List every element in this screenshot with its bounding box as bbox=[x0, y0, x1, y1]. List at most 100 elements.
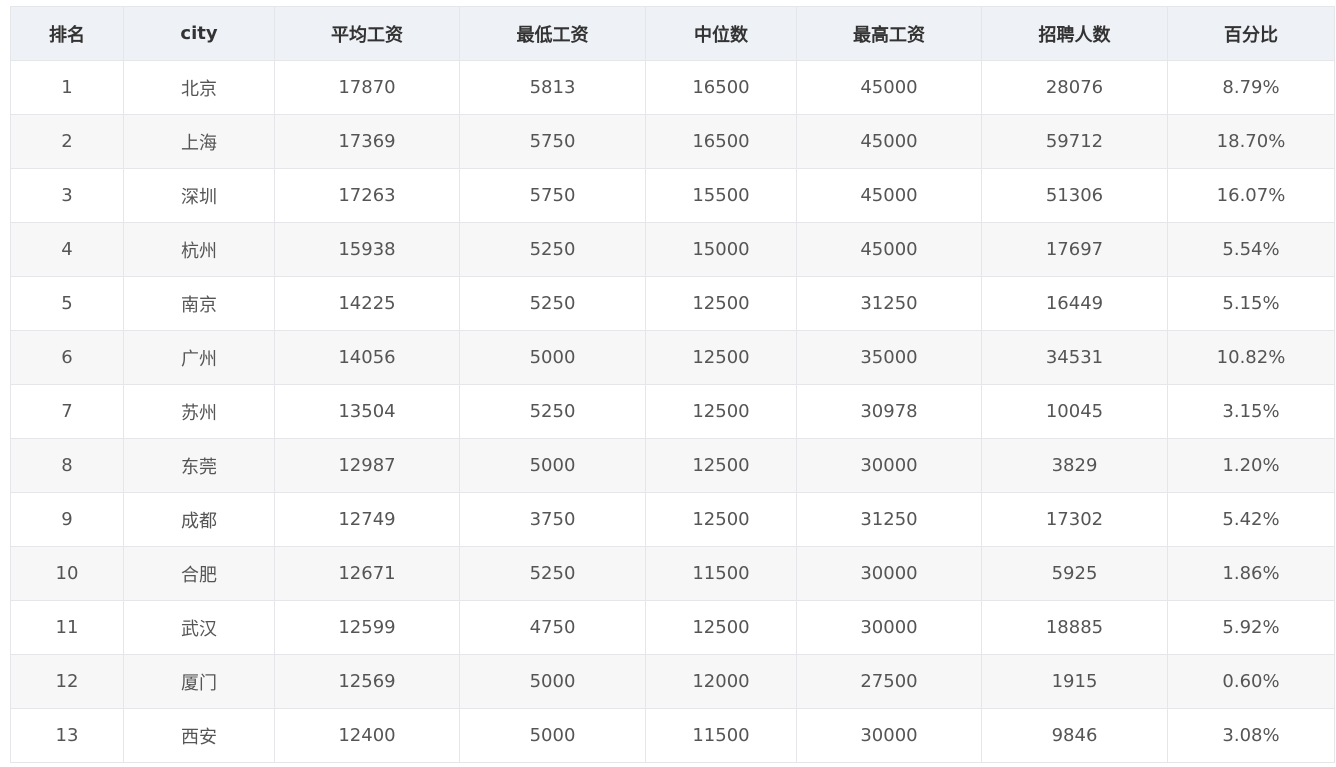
cell-hires: 51306 bbox=[981, 168, 1168, 223]
cell-median: 15500 bbox=[645, 168, 797, 223]
cell-hires: 10045 bbox=[981, 384, 1168, 439]
cell-city: 广州 bbox=[123, 330, 275, 385]
cell-hires: 34531 bbox=[981, 330, 1168, 385]
cell-avg-salary: 12749 bbox=[274, 492, 460, 547]
cell-median: 12500 bbox=[645, 330, 797, 385]
cell-max-salary: 45000 bbox=[796, 222, 982, 277]
cell-max-salary: 45000 bbox=[796, 114, 982, 169]
cell-percent: 5.54% bbox=[1167, 222, 1335, 277]
cell-rank: 8 bbox=[10, 438, 124, 493]
cell-percent: 1.86% bbox=[1167, 546, 1335, 601]
cell-hires: 5925 bbox=[981, 546, 1168, 601]
cell-max-salary: 35000 bbox=[796, 330, 982, 385]
cell-city: 南京 bbox=[123, 276, 275, 331]
cell-median: 12500 bbox=[645, 438, 797, 493]
cell-max-salary: 45000 bbox=[796, 60, 982, 115]
cell-min-salary: 5250 bbox=[459, 546, 646, 601]
cell-rank: 5 bbox=[10, 276, 124, 331]
cell-avg-salary: 15938 bbox=[274, 222, 460, 277]
table-row[interactable]: 8 东莞 12987 5000 12500 30000 3829 1.20% bbox=[10, 438, 1335, 493]
cell-avg-salary: 17263 bbox=[274, 168, 460, 223]
salary-table: 排名 city 平均工资 最低工资 中位数 最高工资 招聘人数 百分比 1 北京 1… bbox=[10, 6, 1335, 763]
cell-percent: 1.20% bbox=[1167, 438, 1335, 493]
cell-avg-salary: 17870 bbox=[274, 60, 460, 115]
cell-city: 杭州 bbox=[123, 222, 275, 277]
cell-min-salary: 5250 bbox=[459, 222, 646, 277]
table-row[interactable]: 9 成都 12749 3750 12500 31250 17302 5.42% bbox=[10, 492, 1335, 547]
cell-rank: 12 bbox=[10, 654, 124, 709]
table-row[interactable]: 12 厦门 12569 5000 12000 27500 1915 0.60% bbox=[10, 654, 1335, 709]
cell-city: 合肥 bbox=[123, 546, 275, 601]
cell-rank: 7 bbox=[10, 384, 124, 439]
table-row[interactable]: 5 南京 14225 5250 12500 31250 16449 5.15% bbox=[10, 276, 1335, 331]
cell-rank: 11 bbox=[10, 600, 124, 655]
cell-percent: 3.15% bbox=[1167, 384, 1335, 439]
header-min-salary[interactable]: 最低工资 bbox=[459, 6, 646, 61]
cell-min-salary: 5000 bbox=[459, 438, 646, 493]
cell-rank: 9 bbox=[10, 492, 124, 547]
cell-min-salary: 5750 bbox=[459, 114, 646, 169]
cell-city: 武汉 bbox=[123, 600, 275, 655]
cell-rank: 4 bbox=[10, 222, 124, 277]
cell-hires: 9846 bbox=[981, 708, 1168, 763]
header-percent[interactable]: 百分比 bbox=[1167, 6, 1335, 61]
cell-percent: 0.60% bbox=[1167, 654, 1335, 709]
table-row[interactable]: 3 深圳 17263 5750 15500 45000 51306 16.07% bbox=[10, 168, 1335, 223]
cell-city: 上海 bbox=[123, 114, 275, 169]
cell-max-salary: 30000 bbox=[796, 546, 982, 601]
cell-max-salary: 31250 bbox=[796, 492, 982, 547]
cell-max-salary: 30000 bbox=[796, 600, 982, 655]
cell-avg-salary: 12599 bbox=[274, 600, 460, 655]
table-row[interactable]: 4 杭州 15938 5250 15000 45000 17697 5.54% bbox=[10, 222, 1335, 277]
cell-avg-salary: 12671 bbox=[274, 546, 460, 601]
cell-median: 12500 bbox=[645, 600, 797, 655]
cell-rank: 6 bbox=[10, 330, 124, 385]
header-max-salary[interactable]: 最高工资 bbox=[796, 6, 982, 61]
cell-median: 11500 bbox=[645, 546, 797, 601]
cell-min-salary: 5250 bbox=[459, 384, 646, 439]
cell-avg-salary: 12400 bbox=[274, 708, 460, 763]
table-row[interactable]: 10 合肥 12671 5250 11500 30000 5925 1.86% bbox=[10, 546, 1335, 601]
table-row[interactable]: 6 广州 14056 5000 12500 35000 34531 10.82% bbox=[10, 330, 1335, 385]
table-row[interactable]: 1 北京 17870 5813 16500 45000 28076 8.79% bbox=[10, 60, 1335, 115]
cell-avg-salary: 12987 bbox=[274, 438, 460, 493]
header-hires[interactable]: 招聘人数 bbox=[981, 6, 1168, 61]
table-row[interactable]: 7 苏州 13504 5250 12500 30978 10045 3.15% bbox=[10, 384, 1335, 439]
cell-hires: 17302 bbox=[981, 492, 1168, 547]
cell-min-salary: 3750 bbox=[459, 492, 646, 547]
cell-rank: 3 bbox=[10, 168, 124, 223]
cell-min-salary: 5250 bbox=[459, 276, 646, 331]
cell-percent: 16.07% bbox=[1167, 168, 1335, 223]
cell-rank: 13 bbox=[10, 708, 124, 763]
cell-median: 12500 bbox=[645, 384, 797, 439]
cell-min-salary: 5000 bbox=[459, 654, 646, 709]
cell-rank: 2 bbox=[10, 114, 124, 169]
cell-max-salary: 31250 bbox=[796, 276, 982, 331]
cell-max-salary: 30978 bbox=[796, 384, 982, 439]
cell-max-salary: 45000 bbox=[796, 168, 982, 223]
table-row[interactable]: 13 西安 12400 5000 11500 30000 9846 3.08% bbox=[10, 708, 1335, 763]
header-rank[interactable]: 排名 bbox=[10, 6, 124, 61]
cell-median: 12500 bbox=[645, 492, 797, 547]
header-median[interactable]: 中位数 bbox=[645, 6, 797, 61]
cell-hires: 59712 bbox=[981, 114, 1168, 169]
cell-city: 深圳 bbox=[123, 168, 275, 223]
cell-avg-salary: 13504 bbox=[274, 384, 460, 439]
cell-hires: 3829 bbox=[981, 438, 1168, 493]
table-row[interactable]: 11 武汉 12599 4750 12500 30000 18885 5.92% bbox=[10, 600, 1335, 655]
table-row[interactable]: 2 上海 17369 5750 16500 45000 59712 18.70% bbox=[10, 114, 1335, 169]
header-avg-salary[interactable]: 平均工资 bbox=[274, 6, 460, 61]
header-city[interactable]: city bbox=[123, 6, 275, 61]
cell-min-salary: 5813 bbox=[459, 60, 646, 115]
cell-percent: 5.92% bbox=[1167, 600, 1335, 655]
cell-rank: 10 bbox=[10, 546, 124, 601]
cell-city: 苏州 bbox=[123, 384, 275, 439]
cell-avg-salary: 12569 bbox=[274, 654, 460, 709]
cell-max-salary: 27500 bbox=[796, 654, 982, 709]
cell-min-salary: 4750 bbox=[459, 600, 646, 655]
cell-hires: 1915 bbox=[981, 654, 1168, 709]
cell-median: 12000 bbox=[645, 654, 797, 709]
cell-max-salary: 30000 bbox=[796, 708, 982, 763]
cell-percent: 5.42% bbox=[1167, 492, 1335, 547]
cell-min-salary: 5750 bbox=[459, 168, 646, 223]
